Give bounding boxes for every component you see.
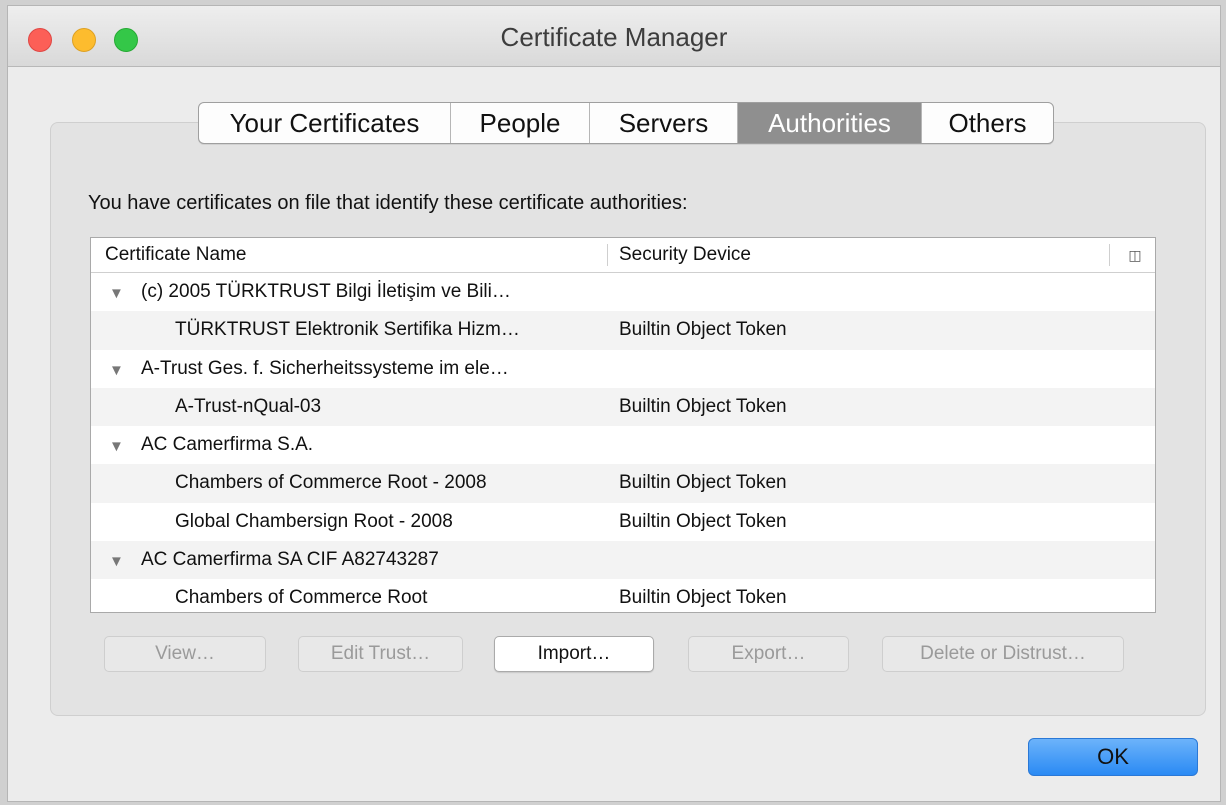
title-bar[interactable]: Certificate Manager (8, 6, 1220, 67)
view-button[interactable]: View… (104, 636, 266, 672)
disclosure-triangle-icon[interactable]: ▼ (109, 439, 124, 454)
table-row[interactable]: Global Chambersign Root - 2008 Builtin O… (91, 503, 1155, 541)
certificate-table[interactable]: Certificate Name Security Device ◫ ▼ (c)… (90, 237, 1156, 613)
column-divider[interactable] (607, 244, 608, 266)
intro-text: You have certificates on file that ident… (88, 192, 688, 214)
disclosure-triangle-icon[interactable]: ▼ (109, 363, 124, 378)
security-device: Builtin Object Token (619, 587, 787, 609)
certificate-name: Chambers of Commerce Root (175, 587, 428, 609)
tab-your-certificates[interactable]: Your Certificates (199, 103, 451, 143)
certificate-name: AC Camerfirma SA CIF A82743287 (141, 549, 439, 571)
tab-authorities[interactable]: Authorities (738, 103, 922, 143)
disclosure-triangle-icon[interactable]: ▼ (109, 554, 124, 569)
certificate-name: (c) 2005 TÜRKTRUST Bilgi İletişim ve Bil… (141, 281, 511, 302)
column-header-certificate-name[interactable]: Certificate Name (105, 238, 605, 272)
tab-bar: Your Certificates People Servers Authori… (198, 102, 1054, 144)
security-device: Builtin Object Token (619, 319, 787, 341)
security-device: Builtin Object Token (619, 472, 787, 494)
table-header: Certificate Name Security Device ◫ (91, 238, 1155, 273)
delete-or-distrust-button[interactable]: Delete or Distrust… (882, 636, 1124, 672)
table-rows: ▼ (c) 2005 TÜRKTRUST Bilgi İletişim ve B… (91, 273, 1155, 612)
table-row[interactable]: A-Trust-nQual-03 Builtin Object Token (91, 387, 1155, 427)
table-row[interactable]: ▼ AC Camerfirma SA CIF A82743287 (91, 541, 1155, 580)
tab-people[interactable]: People (451, 103, 590, 143)
table-row[interactable]: ▼ (c) 2005 TÜRKTRUST Bilgi İletişim ve B… (91, 273, 1155, 311)
tab-servers[interactable]: Servers (590, 103, 738, 143)
certificate-name: AC Camerfirma S.A. (141, 434, 314, 456)
ok-button[interactable]: OK (1028, 738, 1198, 776)
table-row[interactable]: ▼ A-Trust Ges. f. Sicherheitssysteme im … (91, 350, 1155, 388)
certificate-name: A-Trust Ges. f. Sicherheitssysteme im el… (141, 357, 509, 379)
column-divider[interactable] (1109, 244, 1110, 266)
table-row[interactable]: Chambers of Commerce Root - 2008 Builtin… (91, 464, 1155, 503)
security-device: Builtin Object Token (619, 395, 787, 417)
import-button[interactable]: Import… (494, 636, 654, 672)
table-row[interactable]: ▼ AC Camerfirma S.A. (91, 426, 1155, 464)
certificate-name: Global Chambersign Root - 2008 (175, 510, 453, 532)
certificate-name: TÜRKTRUST Elektronik Sertifika Hizm… (175, 319, 520, 341)
tab-others[interactable]: Others (922, 103, 1053, 143)
table-row[interactable]: TÜRKTRUST Elektronik Sertifika Hizm… Bui… (91, 311, 1155, 350)
column-header-security-device[interactable]: Security Device (619, 238, 1099, 272)
column-picker-icon[interactable]: ◫ (1127, 247, 1143, 263)
security-device: Builtin Object Token (619, 510, 787, 532)
edit-trust-button[interactable]: Edit Trust… (298, 636, 463, 672)
disclosure-triangle-icon[interactable]: ▼ (109, 286, 124, 301)
export-button[interactable]: Export… (688, 636, 849, 672)
certificate-manager-window: Certificate Manager Your Certificates Pe… (8, 6, 1220, 801)
window-title: Certificate Manager (500, 22, 728, 52)
certificate-name: A-Trust-nQual-03 (175, 395, 322, 417)
certificate-name: Chambers of Commerce Root - 2008 (175, 472, 487, 494)
table-row[interactable]: Chambers of Commerce Root Builtin Object… (91, 579, 1155, 612)
